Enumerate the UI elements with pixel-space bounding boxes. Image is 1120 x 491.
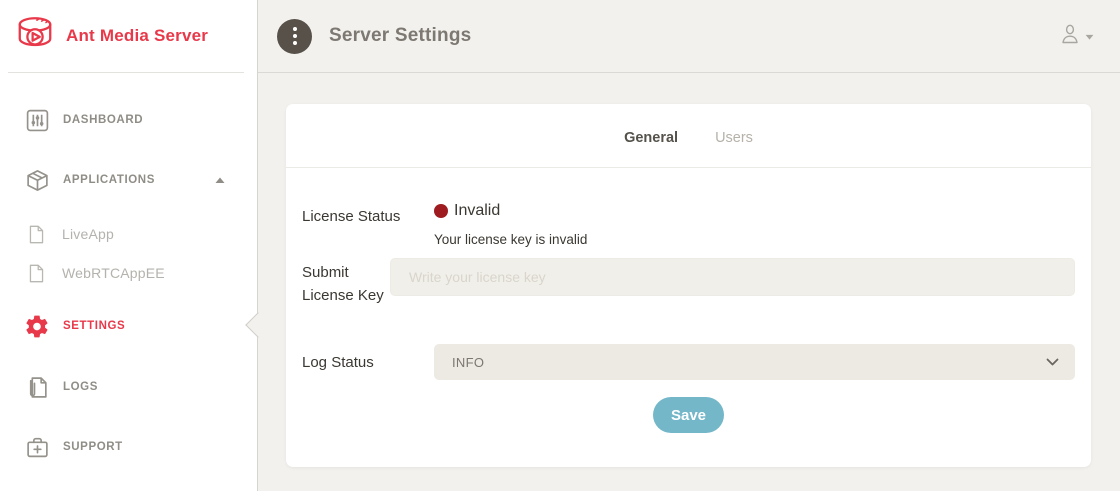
gear-icon xyxy=(24,313,50,339)
settings-card: General Users License Status Invalid You… xyxy=(286,104,1091,467)
sidebar: Ant Media Server DASHBOARD xyxy=(0,0,258,491)
tab-general[interactable]: General xyxy=(624,130,678,146)
logs-icon xyxy=(24,374,50,400)
sidebar-item-settings[interactable]: SETTINGS xyxy=(0,306,257,346)
sidebar-item-label: APPLICATIONS xyxy=(63,174,155,186)
topbar: Server Settings xyxy=(258,0,1120,73)
sidebar-item-applications[interactable]: APPLICATIONS xyxy=(0,160,257,200)
save-button[interactable]: Save xyxy=(653,397,724,433)
support-icon xyxy=(24,434,50,460)
license-status-label: License Status xyxy=(302,202,434,228)
server-settings-form: License Status Invalid Your license key … xyxy=(286,168,1091,433)
log-status-label: Log Status xyxy=(302,351,434,374)
content: General Users License Status Invalid You… xyxy=(258,73,1120,491)
submit-license-key-row: Submit License Key xyxy=(302,258,1075,307)
sliders-icon xyxy=(24,107,50,133)
license-status-row: License Status Invalid Your license key … xyxy=(302,202,1075,247)
license-key-input[interactable] xyxy=(390,258,1075,296)
main-area: Server Settings General Users Licens xyxy=(258,0,1120,491)
package-icon xyxy=(24,167,50,193)
logo-text: Ant Media Server xyxy=(66,26,208,46)
divider xyxy=(8,72,244,73)
user-icon xyxy=(1059,22,1081,51)
tab-users[interactable]: Users xyxy=(715,130,753,146)
chevron-down-icon xyxy=(1046,358,1059,366)
sidebar-item-label: SUPPORT xyxy=(63,441,123,453)
sidebar-item-label: LiveApp xyxy=(62,226,114,242)
chevron-down-icon xyxy=(1085,27,1094,45)
user-menu-button[interactable] xyxy=(1059,22,1094,51)
sidebar-item-dashboard[interactable]: DASHBOARD xyxy=(0,100,257,140)
sidebar-item-liveapp[interactable]: LiveApp xyxy=(0,219,257,249)
sidebar-item-logs[interactable]: LOGS xyxy=(0,367,257,407)
page-title: Server Settings xyxy=(329,25,471,47)
sidebar-item-label: LOGS xyxy=(63,381,98,393)
sidebar-item-webrtcappee[interactable]: WebRTCAppEE xyxy=(0,258,257,288)
sidebar-item-label: DASHBOARD xyxy=(63,114,143,126)
license-status-description: Your license key is invalid xyxy=(434,232,1075,247)
status-invalid-dot-icon xyxy=(434,204,448,218)
log-status-row: Log Status INFO xyxy=(302,344,1075,380)
sidebar-item-label: WebRTCAppEE xyxy=(62,265,165,281)
chevron-up-icon xyxy=(215,171,225,189)
log-status-value: INFO xyxy=(452,355,484,370)
ant-media-logo-icon xyxy=(14,14,56,59)
submit-license-key-label: Submit License Key xyxy=(302,258,390,307)
kebab-menu-button[interactable] xyxy=(277,19,312,54)
file-icon xyxy=(27,264,45,282)
file-icon xyxy=(27,225,45,243)
logo[interactable]: Ant Media Server xyxy=(0,0,257,72)
sidebar-item-label: SETTINGS xyxy=(63,320,125,332)
sidebar-nav: DASHBOARD APPLICATIONS L xyxy=(0,100,257,467)
sidebar-item-support[interactable]: SUPPORT xyxy=(0,427,257,467)
tab-bar: General Users xyxy=(286,104,1091,146)
license-status-value: Invalid xyxy=(454,202,500,220)
log-status-select[interactable]: INFO xyxy=(434,344,1075,380)
